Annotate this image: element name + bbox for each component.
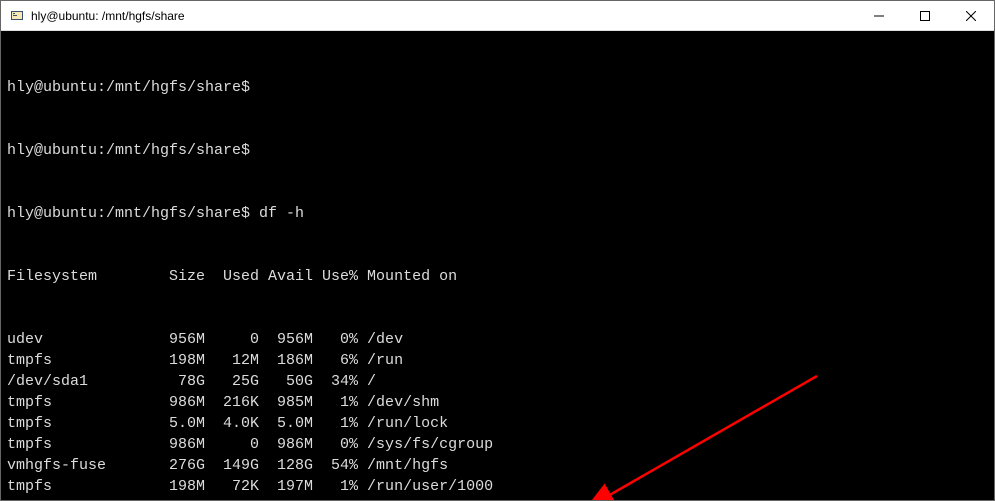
df-row: tmpfs 986M 0 986M 0% /sys/fs/cgroup (7, 434, 988, 455)
df-row: tmpfs 198M 72K 197M 1% /run/user/1000 (7, 476, 988, 497)
df-row: vmhgfs-fuse 276G 149G 128G 54% /mnt/hgfs (7, 455, 988, 476)
command-line: hly@ubuntu:/mnt/hgfs/share$ df -h (7, 203, 988, 224)
df-row: tmpfs 986M 216K 985M 1% /dev/shm (7, 392, 988, 413)
window-title: hly@ubuntu: /mnt/hgfs/share (31, 9, 185, 23)
df-header: Filesystem Size Used Avail Use% Mounted … (7, 266, 988, 287)
close-button[interactable] (948, 1, 994, 31)
df-row: /dev/sr0 1.6G 1.6G 0 100% /media/hly/Ubu… (7, 497, 988, 500)
df-row: tmpfs 5.0M 4.0K 5.0M 1% /run/lock (7, 413, 988, 434)
prompt-line: hly@ubuntu:/mnt/hgfs/share$ (7, 77, 988, 98)
titlebar[interactable]: hly@ubuntu: /mnt/hgfs/share (1, 1, 994, 31)
df-row: udev 956M 0 956M 0% /dev (7, 329, 988, 350)
terminal-window: hly@ubuntu: /mnt/hgfs/share hly@ubuntu:/… (0, 0, 995, 501)
df-output: udev 956M 0 956M 0% /devtmpfs 198M 12M 1… (7, 329, 988, 500)
minimize-button[interactable] (856, 1, 902, 31)
prompt-line: hly@ubuntu:/mnt/hgfs/share$ (7, 140, 988, 161)
df-row: tmpfs 198M 12M 186M 6% /run (7, 350, 988, 371)
putty-icon (9, 8, 25, 24)
terminal-body[interactable]: hly@ubuntu:/mnt/hgfs/share$ hly@ubuntu:/… (1, 31, 994, 500)
maximize-button[interactable] (902, 1, 948, 31)
df-row: /dev/sda1 78G 25G 50G 34% / (7, 371, 988, 392)
